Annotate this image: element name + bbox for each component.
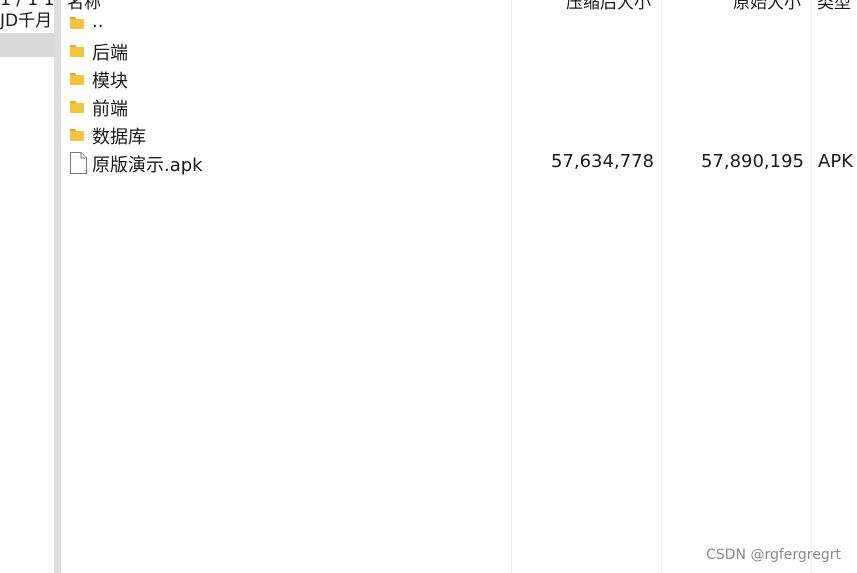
- selected-tree-item[interactable]: [0, 33, 54, 57]
- tree-item-label[interactable]: JD千月: [0, 6, 52, 31]
- item-original-size: 57,890,195: [700, 151, 804, 172]
- navigation-pane: 1 / 1 1 JD千月: [0, 0, 54, 573]
- list-item[interactable]: 原版演示.apk 57,634,778 57,890,195 APK: [61, 149, 857, 177]
- folder-icon: [69, 13, 85, 35]
- item-name: 原版演示.apk: [92, 155, 203, 176]
- file-icon: [69, 152, 87, 178]
- item-compressed-size: 57,634,778: [550, 151, 654, 172]
- list-item[interactable]: ..: [61, 9, 857, 37]
- list-item[interactable]: 前端: [61, 93, 857, 121]
- item-name: 模块: [92, 71, 128, 92]
- folder-icon: [69, 97, 85, 119]
- item-name: 数据库: [92, 127, 146, 148]
- watermark: CSDN @rgfergregrt: [706, 547, 841, 563]
- folder-icon: [69, 125, 85, 147]
- list-item[interactable]: 数据库: [61, 121, 857, 149]
- item-type: APK: [818, 151, 853, 172]
- folder-icon: [69, 41, 85, 63]
- list-item[interactable]: 模块: [61, 65, 857, 93]
- item-name: 前端: [92, 99, 128, 120]
- folder-icon: [69, 69, 85, 91]
- item-name: ..: [92, 11, 104, 32]
- file-list: 名称 压缩后大小 原始大小 类型 .. 后端 模块 前端 数据库 原版演示.ap…: [61, 0, 857, 573]
- list-item[interactable]: 后端: [61, 37, 857, 65]
- pane-splitter[interactable]: [54, 0, 61, 573]
- item-name: 后端: [92, 43, 128, 64]
